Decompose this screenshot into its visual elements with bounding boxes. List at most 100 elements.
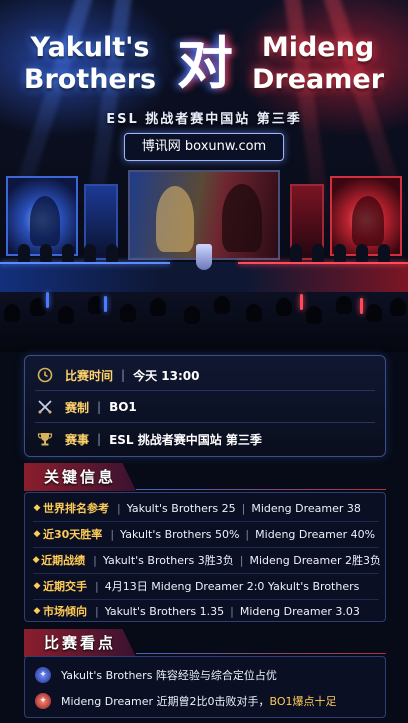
crowd-head [366,304,382,322]
player-silhouette [334,244,346,262]
info-value: 今天 13:00 [133,368,200,383]
character-silhouette [30,196,60,246]
event-subtitle: ESL 挑战者赛中国站 第三季 [106,112,302,127]
shield-emblem-icon: ✦ [35,667,51,683]
divider [33,573,379,574]
swords-icon [35,397,55,417]
divider [33,599,379,600]
team-right-name: Mideng Dreamer [238,32,398,96]
info-row-time: 比赛时间 | 今天 13:00 [35,364,375,386]
clock-icon [35,365,55,385]
fire-emblem-icon: ✦ [35,693,51,709]
separator: | [97,400,102,414]
key-info-label: 近期交手 [43,580,87,593]
crowd-head [276,298,292,316]
match-info-panel: 比赛时间 | 今天 13:00 赛制 | BO1 赛事 | ESL 挑战者赛中国… [24,355,386,457]
separator: | [117,501,121,515]
key-info-row: ◆ 近期交手 | 4月13日 Mideng Dreamer 2:0 Yakult… [31,576,381,596]
crowd-head [4,304,20,322]
glow-stick [104,296,107,312]
highlight-text: Mideng Dreamer 近期曾2比0击败对手， [61,695,270,708]
player-silhouette [312,244,324,262]
stage-light-blue [0,262,170,264]
key-info-row: ◆ 近期战绩 | Yakult's Brothers 3胜3负 | Mideng… [31,550,381,570]
team-right-line2: Dreamer [251,64,385,95]
player-silhouette [378,244,390,262]
key-info-row: ◆ 市场倾向 | Yakult's Brothers 1.35 | Mideng… [31,601,381,621]
player-silhouette [18,244,30,262]
divider [33,547,379,548]
crowd-head [336,296,352,314]
key-info-right: Mideng Dreamer 3.03 [239,604,360,618]
key-info-panel: ◆ 世界排名参考 | Yakult's Brothers 25 | Mideng… [24,492,386,622]
info-label: 比赛时间 [65,368,114,383]
separator: | [239,553,244,567]
key-info-left: 4月13日 Mideng Dreamer 2:0 Yakult's Brothe… [104,580,360,593]
crowd-head [150,298,166,316]
highlights-panel: ✦ Yakult's Brothers 阵容经验与综合定位占优 ✦ Mideng… [24,656,386,718]
separator: | [93,553,97,567]
key-info-left: Yakult's Brothers 3胜3负 [102,554,234,567]
team-left-line1: Yakult's [30,32,150,63]
divider [35,422,375,423]
team-right-line1: Mideng [261,32,375,63]
info-value: BO1 [109,400,137,414]
stage-light-red [238,262,408,264]
highlight-row: ✦ Mideng Dreamer 近期曾2比0击败对手， BO1爆点十足 [35,691,379,711]
section-rule [136,489,386,490]
crowd-head [30,298,46,316]
key-info-title: 关键信息 [24,463,136,491]
diamond-icon: ◆ [33,606,41,616]
trophy-icon [35,429,55,449]
separator: | [245,527,250,541]
trophy-centerpiece [196,244,212,270]
crowd-head [184,306,200,324]
info-value: ESL 挑战者赛中国站 第三季 [109,432,262,447]
character-silhouette [156,186,194,252]
site-tag: 博讯网 boxunw.com [124,133,284,161]
info-row-event: 赛事 | ESL 挑战者赛中国站 第三季 [35,428,375,450]
highlight-text: Yakult's Brothers 阵容经验与综合定位占优 [61,669,277,682]
player-silhouette [40,244,52,262]
key-info-label: 近30天胜率 [43,528,103,541]
crowd-head [214,296,230,314]
key-info-right: Mideng Dreamer 40% [255,527,376,541]
team-left-name: Yakult's Brothers [10,32,170,96]
key-info-right: Mideng Dreamer 2胜3负 [249,554,381,567]
player-silhouette [356,244,368,262]
crowd-head [120,304,136,322]
key-info-label: 近期战绩 [41,554,86,567]
info-row-format: 赛制 | BO1 [35,396,375,418]
team-left-line2: Brothers [23,64,157,95]
glow-stick [300,294,303,310]
crowd-head [58,306,74,324]
highlight-row: ✦ Yakult's Brothers 阵容经验与综合定位占优 [35,665,379,685]
crowd [0,292,408,352]
info-label: 赛事 [65,432,90,447]
info-label: 赛制 [65,400,90,415]
key-info-left: Yakult's Brothers 50% [120,527,240,541]
player-silhouette [106,244,118,262]
diamond-icon: ◆ [32,555,40,565]
separator: | [241,501,246,515]
glow-stick [46,292,49,308]
player-silhouette [84,244,96,262]
diamond-icon: ◆ [33,529,41,539]
crowd-head [246,304,262,322]
highlight-accent: BO1爆点十足 [269,695,337,708]
vs-mark: 对 [177,31,233,97]
crowd-head [390,298,406,316]
diamond-icon: ◆ [33,581,41,591]
divider [35,390,375,391]
player-silhouette [62,244,74,262]
highlights-title: 比赛看点 [24,629,136,657]
separator: | [97,432,102,446]
separator: | [110,527,115,541]
key-info-label: 世界排名参考 [43,502,109,515]
crowd-head [306,306,322,324]
glow-stick [360,298,363,314]
divider [33,521,379,522]
character-silhouette [352,196,384,246]
key-info-left: Yakult's Brothers 25 [126,501,236,515]
key-info-row: ◆ 世界排名参考 | Yakult's Brothers 25 | Mideng… [31,498,381,518]
